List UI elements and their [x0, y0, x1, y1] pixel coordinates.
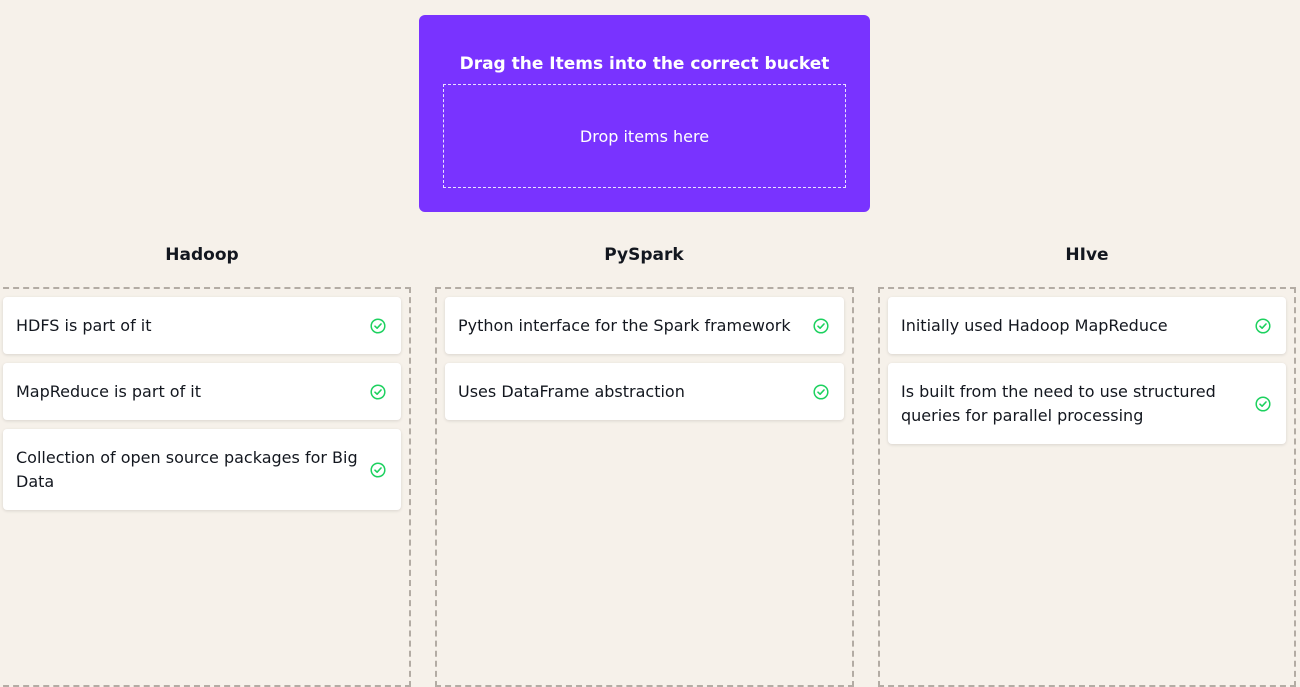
- source-dropzone[interactable]: Drop items here: [443, 84, 846, 188]
- bucket-hadoop[interactable]: HDFS is part of it MapReduce is part of …: [0, 287, 411, 687]
- bucket-title-pyspark: PySpark: [604, 245, 684, 265]
- item-label: MapReduce is part of it: [16, 381, 202, 401]
- bucket-item[interactable]: Initially used Hadoop MapReduce: [888, 297, 1286, 354]
- bucket-item[interactable]: Is built from the need to use structured…: [888, 363, 1286, 444]
- dropzone-label: Drop items here: [579, 126, 710, 146]
- bucket-hive[interactable]: Initially used Hadoop MapReduce Is built…: [878, 287, 1296, 687]
- bucket-item[interactable]: Python interface for the Spark framework: [445, 297, 844, 354]
- bucket-item[interactable]: MapReduce is part of it: [3, 363, 401, 420]
- item-label: Collection of open source packages for B…: [16, 447, 358, 491]
- bucket-title-hive: HIve: [1065, 245, 1109, 265]
- bucket-pyspark[interactable]: Python interface for the Spark framework…: [435, 287, 854, 687]
- check-circle-icon: [813, 383, 829, 400]
- item-label: HDFS is part of it: [16, 315, 152, 335]
- bucket-title-hadoop: Hadoop: [165, 245, 239, 265]
- check-circle-icon: [370, 383, 386, 400]
- item-label: Uses DataFrame abstraction: [458, 381, 685, 401]
- source-title: Drag the Items into the correct bucket: [459, 54, 830, 74]
- item-label: Python interface for the Spark framework: [458, 315, 791, 335]
- check-circle-icon: [813, 317, 829, 334]
- bucket-item[interactable]: Uses DataFrame abstraction: [445, 363, 844, 420]
- check-circle-icon: [1255, 395, 1271, 412]
- source-panel: Drag the Items into the correct bucket D…: [419, 15, 870, 212]
- check-circle-icon: [1255, 317, 1271, 334]
- item-label: Initially used Hadoop MapReduce: [901, 315, 1168, 335]
- bucket-item[interactable]: Collection of open source packages for B…: [3, 429, 401, 510]
- check-circle-icon: [370, 461, 386, 478]
- item-label: Is built from the need to use structured…: [901, 381, 1216, 425]
- check-circle-icon: [370, 317, 386, 334]
- bucket-item[interactable]: HDFS is part of it: [3, 297, 401, 354]
